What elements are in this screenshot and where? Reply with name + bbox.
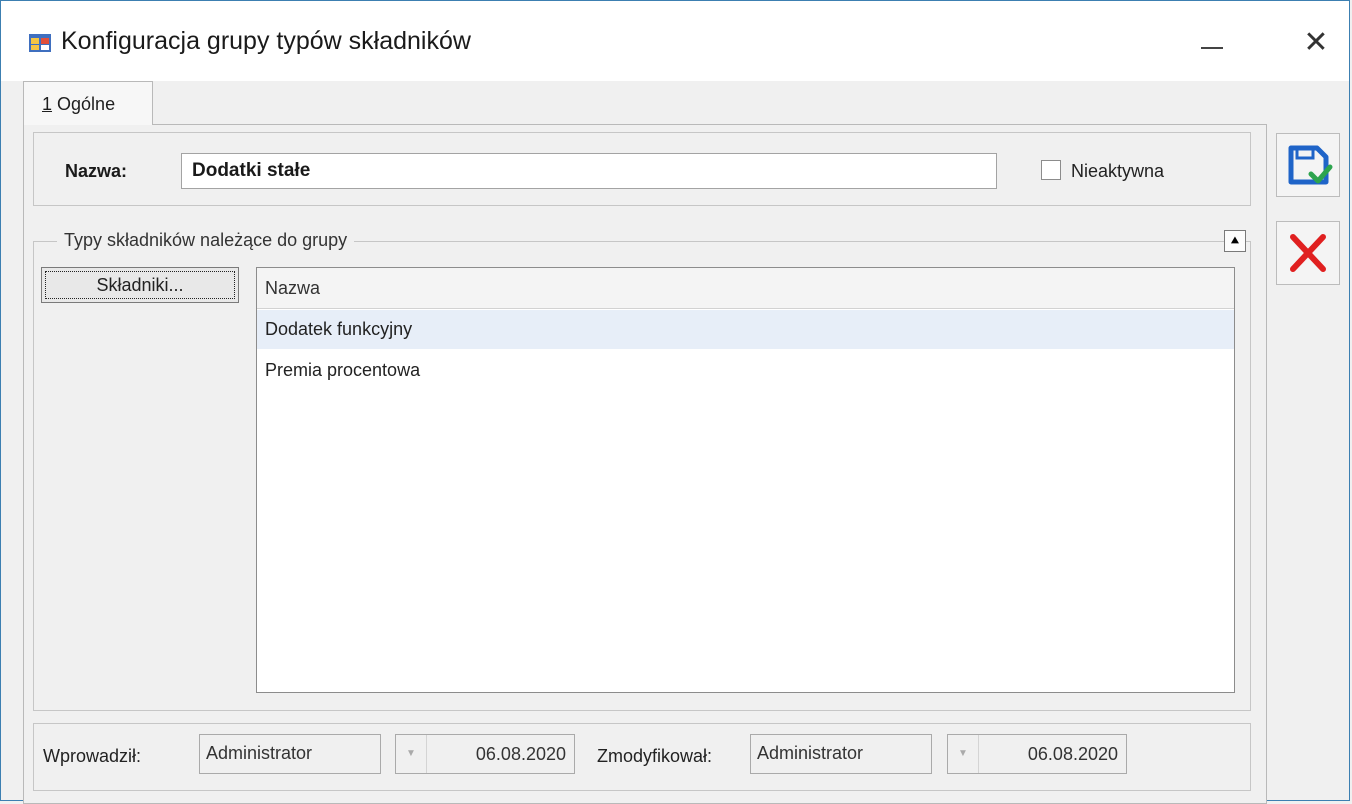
components-group-legend: Typy składników należące do grupy — [57, 230, 355, 251]
dialog-window: Konfiguracja grupy typów składników ✕ 1 … — [0, 0, 1350, 804]
save-floppy-check-icon — [1288, 145, 1333, 185]
tab-mnemonic: 1 — [42, 94, 53, 114]
tab-general[interactable]: 1 Ogólne — [23, 81, 153, 125]
modified-date-field: ▼ 06.08.2020 — [947, 734, 1127, 774]
app-window-icon — [29, 34, 51, 52]
entered-by-field: Administrator — [199, 734, 381, 774]
tab-label: Ogólne — [57, 94, 116, 114]
grid-column-header-name[interactable]: Nazwa — [257, 268, 1234, 309]
close-icon: ✕ — [1303, 26, 1329, 59]
close-button[interactable]: ✕ — [1296, 23, 1336, 63]
modified-by-label: Zmodyfikował: — [597, 746, 713, 766]
entered-date-value: 06.08.2020 — [475, 744, 566, 764]
name-label: Nazwa: — [65, 161, 128, 181]
name-input[interactable]: Dodatki stałe — [181, 153, 997, 189]
dropdown-arrow-icon: ▼ — [396, 735, 427, 773]
minimize-icon — [1201, 47, 1223, 49]
modified-by-field: Administrator — [750, 734, 932, 774]
components-button[interactable]: Składniki... — [41, 267, 239, 303]
double-chevron-up-icon: ⯅ — [1229, 233, 1241, 248]
cancel-x-icon — [1290, 234, 1326, 272]
entered-date-field: ▼ 06.08.2020 — [395, 734, 575, 774]
inactive-checkbox[interactable] — [1041, 160, 1061, 180]
dropdown-arrow-icon: ▼ — [948, 735, 979, 773]
table-row[interactable]: Dodatek funkcyjny — [257, 310, 1234, 349]
window-title: Konfiguracja grupy typów składników — [61, 27, 471, 55]
table-row[interactable]: Premia procentowa — [257, 351, 1234, 390]
minimize-button[interactable] — [1191, 23, 1231, 63]
modified-date-value: 06.08.2020 — [1027, 744, 1118, 764]
inactive-label[interactable]: Nieaktywna — [1071, 161, 1164, 182]
components-grid[interactable]: Nazwa Dodatek funkcyjny Premia procentow… — [256, 267, 1235, 693]
entered-by-label: Wprowadził: — [43, 746, 142, 766]
collapse-button[interactable]: ⯅ — [1224, 230, 1246, 252]
save-button[interactable] — [1276, 133, 1340, 197]
cancel-button[interactable] — [1276, 221, 1340, 285]
title-bar[interactable]: Konfiguracja grupy typów składników ✕ — [1, 1, 1349, 81]
